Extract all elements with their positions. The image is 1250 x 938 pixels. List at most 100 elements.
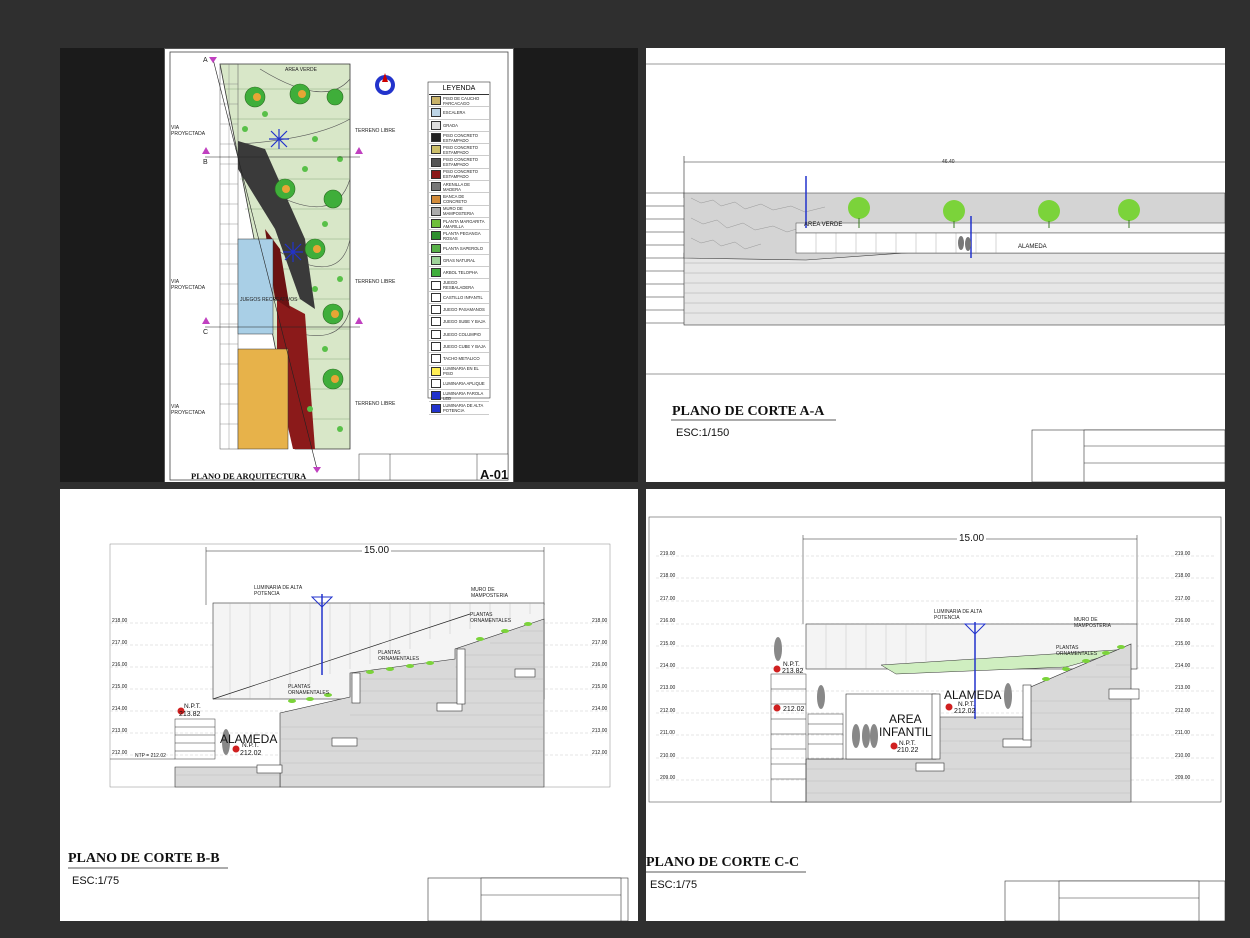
- legend-item: LUMINARIA FAROLA LED: [429, 390, 489, 403]
- legend-swatch: [431, 206, 441, 216]
- npt-bb-2-val: 212.02: [240, 750, 262, 757]
- level-label-right: 215.00: [1175, 640, 1191, 647]
- npt-cc-b: 212.02: [783, 706, 805, 713]
- level-label-left: 211.00: [660, 730, 675, 737]
- panel-architecture-plan[interactable]: VIA PROYECTADA VIA PROYECTADA VIA PROYEC…: [60, 48, 638, 482]
- legend-swatch: [431, 292, 441, 302]
- legend-title: LEYENDA: [429, 83, 489, 95]
- cut-mark-a: A: [203, 57, 208, 64]
- legend-swatch: [431, 194, 441, 204]
- legend-label: GRADA: [443, 122, 458, 128]
- legend: LEYENDA PISO DE CAUCHO PARCACAGO ESCALERA…: [429, 83, 489, 415]
- legend-item: LUMINARIA DE ALTA POTENCIA: [429, 402, 489, 415]
- legend-label: TACHO METALICO: [443, 356, 480, 362]
- legend-item: GRADA: [429, 120, 489, 132]
- legend-item: PLANTA PEGANGA ROSAS: [429, 230, 489, 243]
- legend-item: BANCA DE CONCRETO: [429, 193, 489, 206]
- legend-label: JUEGO SUBE Y BAJA: [443, 319, 486, 325]
- ntp-bb: NTP = 212.02: [135, 753, 166, 759]
- alameda-cc: ALAMEDA: [944, 688, 1002, 702]
- npt-cc-a-label: N.P.T.: [783, 661, 800, 668]
- legend-item: ESCALERA: [429, 107, 489, 120]
- level-label-left: 218.00: [112, 618, 128, 624]
- legend-swatch: [431, 145, 441, 155]
- legend-item: PISO DE CAUCHO PARCACAGO: [429, 95, 489, 108]
- legend-swatch: [431, 391, 441, 401]
- legend-label: JUEGO PASAMANOS: [443, 307, 485, 313]
- cut-cc-title: PLANO DE CORTE C-C: [646, 855, 800, 870]
- legend-swatch: [431, 366, 441, 376]
- via-proyectada-label-2: VIA PROYECTADA: [171, 279, 206, 291]
- legend-label: PLANTA PEGANGA ROSAS: [443, 230, 481, 241]
- level-label-right: 211.00: [1175, 730, 1190, 737]
- npt-cc-d: 210.22: [897, 747, 919, 754]
- legend-item: LUMINARIA EN EL PISO: [429, 366, 489, 378]
- level-label-right: 210.00: [1175, 752, 1191, 759]
- legend-item: ARENILLA DE MADERA: [429, 181, 489, 194]
- cut-cc-scale: ESC:1/75: [650, 879, 698, 891]
- panel-cut-cc[interactable]: 15.00 219.00 218.00 217.00 216.00 215.00 214.…: [646, 489, 1225, 921]
- level-label-left: 217.00: [660, 595, 676, 602]
- plantas-cc: PLANTAS ORNAMENTALES: [1056, 645, 1098, 657]
- legend-swatch: [431, 268, 441, 278]
- level-label-right: 212.00: [592, 750, 608, 756]
- legend-item: JUEGO SUBE Y BAJA: [429, 316, 489, 329]
- legend-label: PISO CONCRETO ESTAMPADO: [443, 144, 479, 155]
- plantas-bb-3: PLANTAS ORNAMENTALES: [288, 684, 330, 696]
- terreno-libre-label-1: TERRENO LIBRE: [355, 128, 396, 134]
- legend-swatch: [431, 157, 441, 167]
- legend-item: MURO DE MAMPOSTERIA: [429, 206, 489, 218]
- legend-swatch: [431, 169, 441, 179]
- legend-item: PLANTA MARGARITA AMARILLA: [429, 218, 489, 231]
- level-label-left: 216.00: [660, 618, 676, 625]
- legend-label: PISO DE CAUCHO PARCACAGO: [443, 95, 480, 106]
- level-label-left: 214.00: [112, 706, 128, 712]
- legend-label: GRAS NATURAL: [443, 258, 476, 263]
- level-label-left: 210.00: [660, 752, 676, 759]
- level-label-right: 216.00: [592, 662, 608, 668]
- legend-swatch: [431, 342, 441, 352]
- area-verde-label: AREA VERDE: [285, 67, 317, 73]
- muro-bb: MURO DE MAMPOSTERIA: [471, 587, 508, 599]
- legend-swatch: [431, 305, 441, 315]
- legend-label: CASTILLO INFANTIL: [443, 294, 483, 300]
- cut-bb-title: PLANO DE CORTE B-B: [68, 851, 220, 866]
- level-label-right: 218.00: [1175, 573, 1191, 580]
- level-label-left: 214.00: [660, 663, 676, 669]
- legend-swatch: [431, 256, 441, 265]
- legend-item: TACHO METALICO: [429, 353, 489, 366]
- level-label-right: 214.00: [1175, 663, 1191, 669]
- legend-swatch: [431, 182, 441, 192]
- level-label-left: 216.00: [112, 662, 128, 668]
- level-label-left: 219.00: [660, 551, 676, 557]
- level-label-left: 217.00: [112, 640, 128, 646]
- legend-item: JUEGO RESBALADERA: [429, 279, 489, 292]
- panel-cut-bb[interactable]: 15.00 218.00 217.00 216.00 215.00 214.00 213.…: [60, 489, 638, 921]
- legend-item: PLANTA SAPEROLO: [429, 243, 489, 255]
- luminaria-cc: LUMINARIA DE ALTA POTENCIA: [934, 609, 982, 621]
- sheet-code: A-01: [480, 467, 509, 482]
- via-proyectada-label-3: VIA PROYECTADA: [171, 404, 206, 416]
- via-proyectada-label-1: VIA PROYECTADA: [171, 125, 206, 137]
- dimension-cc: 15.00: [957, 533, 987, 544]
- legend-label: ESCALERA: [443, 110, 466, 116]
- legend-swatch: [431, 133, 441, 143]
- npt-cc-d-label: N.P.T.: [899, 740, 916, 747]
- legend-item: ARBOL TELOPHA: [429, 267, 489, 280]
- legend-swatch: [431, 231, 441, 241]
- legend-swatch: [431, 354, 441, 364]
- legend-label: JUEGO COLUMPIO: [443, 331, 481, 337]
- level-label-right: 215.00: [592, 684, 608, 690]
- plantas-bb-1: PLANTAS ORNAMENTALES: [470, 612, 512, 624]
- legend-label: LUMINARIA EN EL PISO: [443, 366, 479, 377]
- area-verde-aa: AREA VERDE: [804, 222, 843, 228]
- cut-mark-c: C: [203, 329, 209, 336]
- level-label-right: 209.00: [1175, 775, 1191, 781]
- legend-swatch: [431, 378, 441, 388]
- npt-cc-c-label: N.P.T.: [958, 701, 975, 708]
- legend-swatch: [431, 243, 441, 253]
- alameda-aa: ALAMEDA: [1018, 244, 1047, 250]
- dimension-aa: 46.40: [942, 159, 955, 165]
- cut-bb-scale: ESC:1/75: [72, 875, 120, 887]
- panel-cut-aa[interactable]: 46.40 AREA VERDE ALAMEDA PLANO DE CORTE …: [646, 48, 1225, 482]
